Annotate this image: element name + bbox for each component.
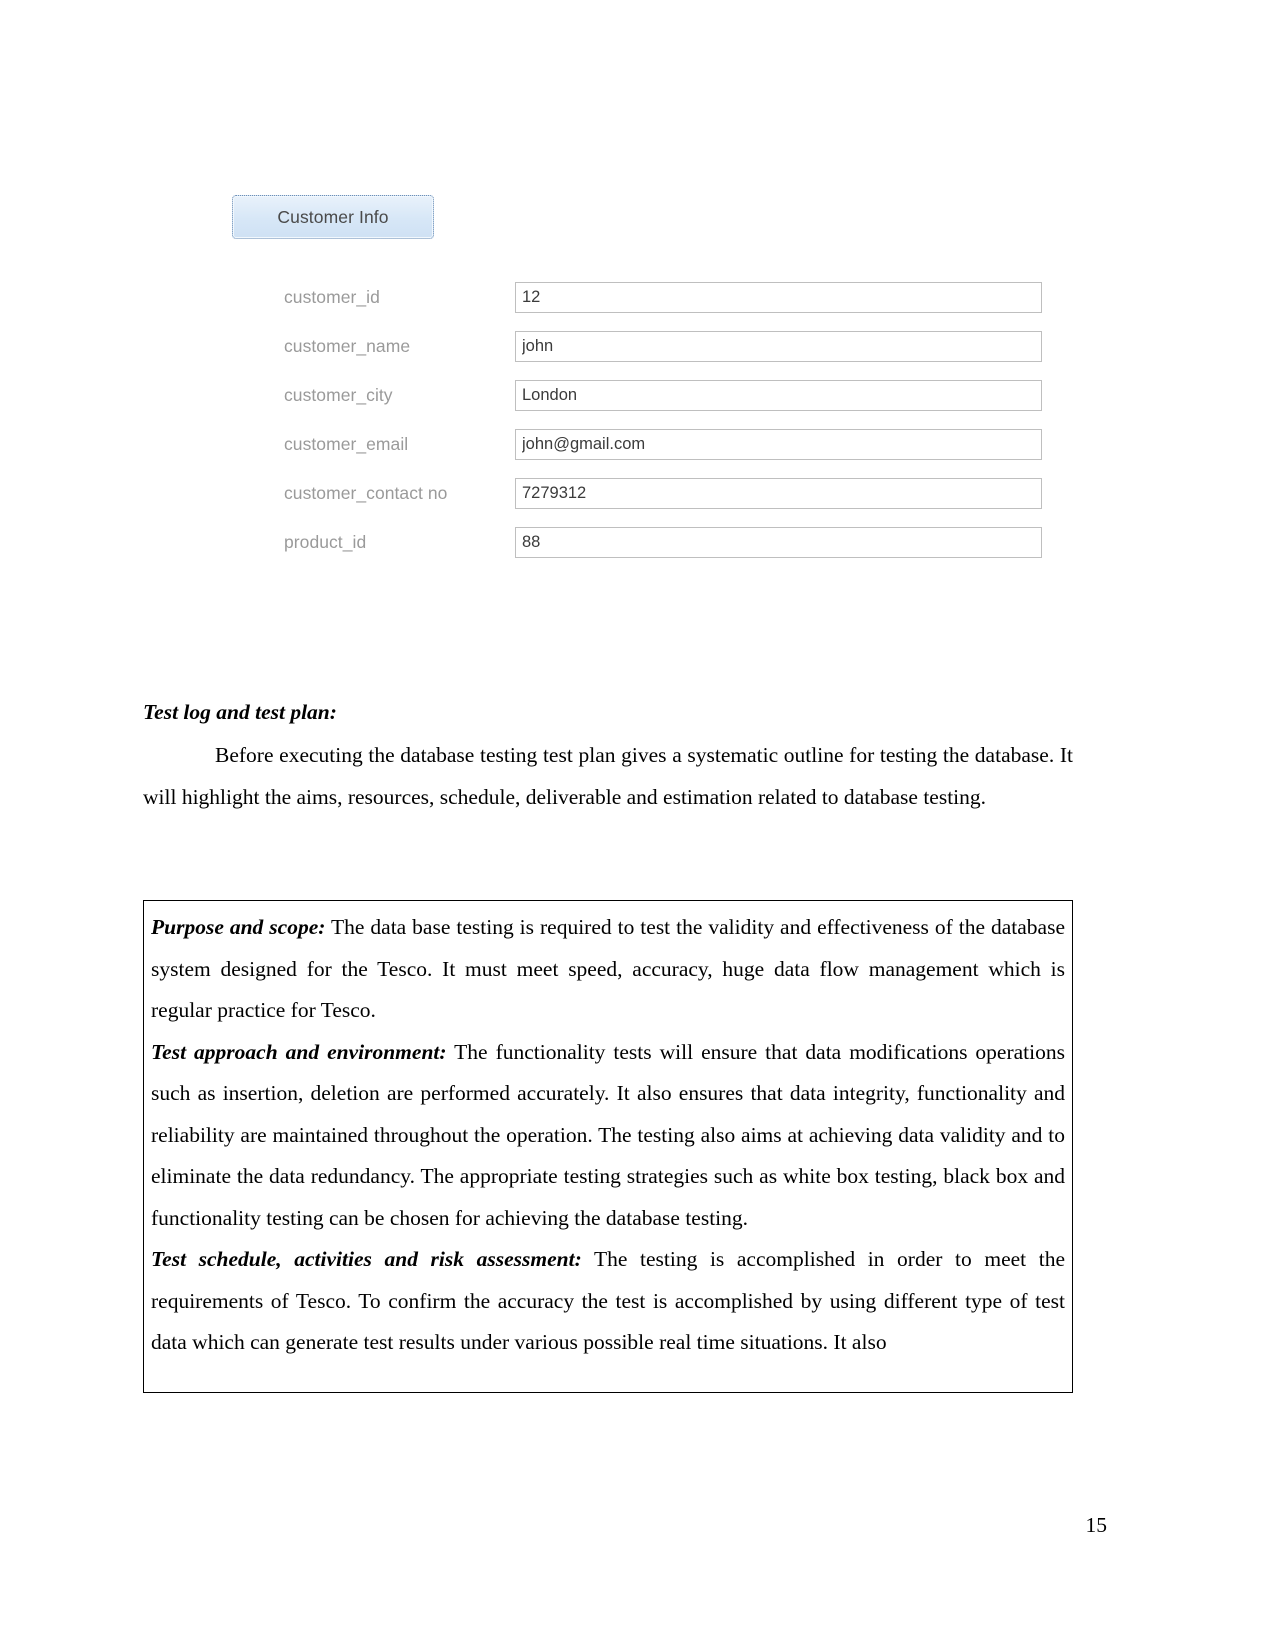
input-customer-id[interactable] — [515, 282, 1042, 313]
boxed-block: Purpose and scope: The data base testing… — [151, 907, 1065, 1032]
input-customer-contact-no[interactable] — [515, 478, 1042, 509]
label-customer-city: customer_city — [284, 385, 393, 405]
form-row: customer_contact no — [232, 469, 1042, 518]
boxed-block-lead: Test schedule, activities and risk asses… — [151, 1247, 582, 1271]
document-body: Test log and test plan: Before executing… — [143, 698, 1073, 818]
label-customer-contact-no: customer_contact no — [284, 483, 448, 503]
boxed-block-lead: Purpose and scope: — [151, 915, 326, 939]
boxed-block: Test approach and environment: The funct… — [151, 1032, 1065, 1240]
form-row: customer_email — [232, 420, 1042, 469]
page-number: 15 — [1085, 1513, 1108, 1537]
customer-info-form-screenshot: Customer Info customer_id customer_name … — [232, 195, 1042, 567]
tab-customer-info[interactable]: Customer Info — [232, 195, 434, 239]
label-product-id: product_id — [284, 532, 367, 552]
input-customer-email[interactable] — [515, 429, 1042, 460]
form-row: customer_name — [232, 322, 1042, 371]
label-customer-email: customer_email — [284, 434, 409, 454]
form-row: customer_id — [232, 273, 1042, 322]
intro-paragraph: Before executing the database testing te… — [143, 743, 1073, 809]
customer-info-fields: customer_id customer_name customer_city … — [232, 273, 1042, 567]
form-row: product_id — [232, 518, 1042, 567]
boxed-block-text: The functionality tests will ensure that… — [151, 1039, 1065, 1230]
boxed-block: Test schedule, activities and risk asses… — [151, 1239, 1065, 1364]
boxed-block-lead: Test approach and environment: — [151, 1039, 447, 1064]
input-customer-name[interactable] — [515, 331, 1042, 362]
form-row: customer_city — [232, 371, 1042, 420]
input-product-id[interactable] — [515, 527, 1042, 558]
test-plan-box: Purpose and scope: The data base testing… — [143, 900, 1073, 1393]
section-heading: Test log and test plan: — [143, 700, 337, 724]
label-customer-name: customer_name — [284, 336, 411, 356]
label-customer-id: customer_id — [284, 287, 380, 307]
input-customer-city[interactable] — [515, 380, 1042, 411]
